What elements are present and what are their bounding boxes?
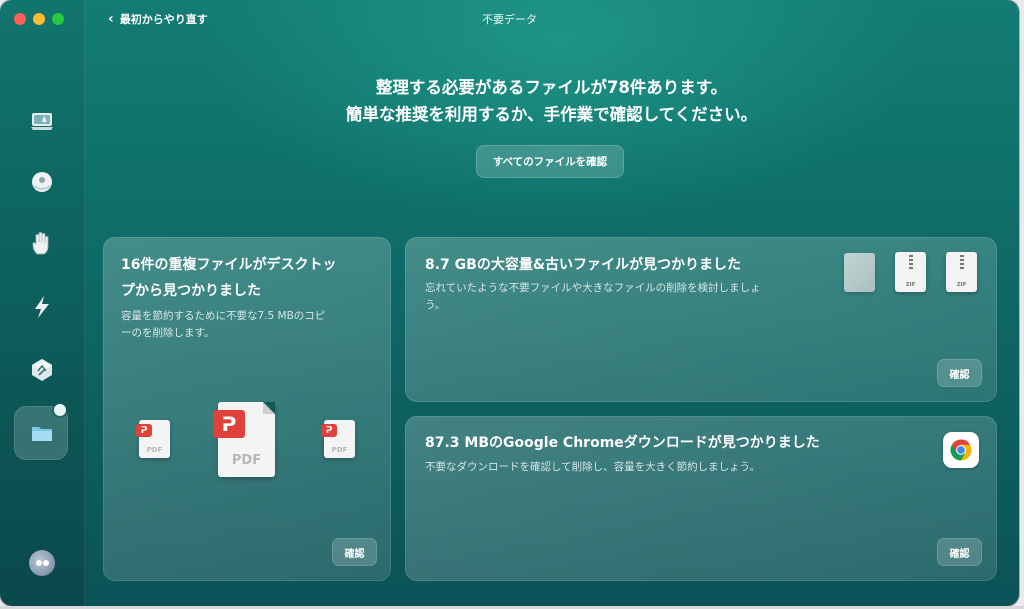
review-all-files-button[interactable]: すべてのファイルを確認 (476, 145, 624, 178)
sidebar-item-my-clutter-icon-wrap (22, 413, 62, 453)
sidebar-item-cleanup[interactable] (22, 101, 62, 141)
pdf-file-icon-right: ᕈ PDF (321, 420, 355, 458)
pdf-badge: ᕈ (136, 424, 152, 437)
headline: 整理する必要があるファイルが78件あります。 簡単な推奨を利用するか、手作業で確… (84, 74, 1019, 128)
duplicates-card[interactable]: 16件の重複ファイルがデスクトッ プから見つかりました 容量を節約するために不要… (103, 237, 391, 581)
performance-icon (35, 296, 49, 318)
page-fold (263, 402, 275, 414)
sidebar-item-applications[interactable] (22, 350, 62, 390)
headline-line-2: 簡単な推奨を利用するか、手作業で確認してください。 (345, 105, 758, 124)
chrome-logo (950, 439, 972, 461)
protection-icon (32, 172, 52, 192)
large-files-confirm-button[interactable]: 確認 (937, 359, 982, 387)
zip-label: ZIP (956, 282, 967, 288)
chrome-downloads-title: 87.3 MBのGoogle Chromeダウンロードが見つかりました (425, 435, 820, 451)
my-clutter-folder-icon (32, 427, 52, 441)
app-window: ‹ 最初からやり直す 不要データ 整理する必要があるファイルが78件あります。 … (0, 0, 1019, 606)
zip-file-icon: ZIP (895, 252, 926, 292)
duplicates-title-line-1: 16件の重複ファイルがデスクトッ (121, 257, 337, 273)
pdf-badge: ᕈ (213, 410, 245, 438)
applications-icon (32, 359, 52, 381)
window-title: 不要データ (482, 13, 537, 26)
sidebar-item-performance[interactable] (22, 287, 62, 327)
pdf-file-icon-left: ᕈ PDF (136, 420, 170, 458)
chrome-downloads-description: 不要なダウンロードを確認して削除し、容量を大きく節約しましょう。 (425, 461, 761, 473)
large-files-title: 8.7 GBの大容量&古いファイルが見つかりました (425, 257, 742, 273)
duplicates-title: 16件の重複ファイルがデスクトッ プから見つかりました (121, 252, 383, 304)
assistant-icon (36, 560, 49, 566)
pdf-label: PDF (231, 453, 262, 468)
zip-zipper (959, 255, 964, 271)
zip-file-icon: ZIP (946, 252, 977, 292)
headline-line-1: 整理する必要があるファイルが78件あります。 (375, 78, 728, 97)
pdf-badge: ᕈ (321, 424, 337, 437)
pdf-label: PDF (331, 446, 348, 454)
large-files-description: 忘れていたような不要ファイルや大きなファイルの削除を検討しましょ う。 (425, 280, 835, 314)
large-files-desc-line-1: 忘れていたような不要ファイルや大きなファイルの削除を検討しましょ (425, 282, 761, 294)
cleanup-icon (31, 113, 53, 130)
chrome-icon (943, 432, 979, 468)
duplicates-description: 容量を節約するために不要な7.5 MBのコピ ーのを削除します。 (121, 308, 383, 342)
privacy-hand-icon (32, 232, 49, 255)
duplicates-title-line-2: プから見つかりました (121, 283, 261, 299)
chrome-downloads-confirm-button[interactable]: 確認 (937, 538, 982, 566)
zip-label: ZIP (905, 282, 916, 288)
notification-dot (54, 404, 66, 416)
generic-file-icon (844, 253, 875, 292)
sidebar-item-protection[interactable] (22, 162, 62, 202)
duplicates-desc-line-1: 容量を節約するために不要な7.5 MBのコピ (121, 310, 326, 322)
duplicates-confirm-button[interactable]: 確認 (332, 538, 377, 566)
pdf-label: PDF (146, 446, 163, 454)
chrome-downloads-card[interactable]: 87.3 MBのGoogle Chromeダウンロードが見つかりました 不要なダ… (405, 416, 997, 581)
duplicates-desc-line-2: ーのを削除します。 (121, 327, 215, 339)
sidebar-item-privacy[interactable] (22, 224, 62, 264)
large-files-desc-line-2: う。 (425, 299, 446, 311)
large-files-card[interactable]: 8.7 GBの大容量&古いファイルが見つかりました 忘れていたような不要ファイル… (405, 237, 997, 402)
zip-zipper (908, 255, 913, 271)
pdf-file-icon-center: ᕈ PDF (213, 402, 275, 477)
sidebar (0, 0, 85, 606)
assistant-avatar[interactable] (29, 550, 55, 576)
